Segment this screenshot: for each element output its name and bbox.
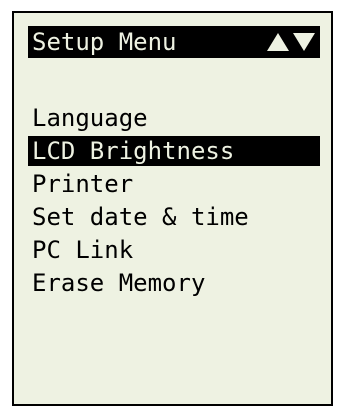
menu-item-erase-memory[interactable]: Erase Memory: [28, 268, 320, 298]
menu-item-printer[interactable]: Printer: [28, 169, 320, 199]
setup-menu-list: Language LCD Brightness Printer Set date…: [28, 103, 320, 301]
triangle-down-icon[interactable]: [292, 32, 316, 52]
triangle-up-icon[interactable]: [266, 32, 290, 52]
setup-menu-screen: Setup Menu Language LCD Brightness Print…: [14, 13, 331, 404]
menu-item-lcd-brightness[interactable]: LCD Brightness: [28, 136, 320, 166]
menu-title: Setup Menu: [32, 28, 177, 56]
menu-item-pc-link[interactable]: PC Link: [28, 235, 320, 265]
title-bar: Setup Menu: [28, 26, 320, 58]
lcd-display: Setup Menu Language LCD Brightness Print…: [12, 11, 333, 406]
menu-item-language[interactable]: Language: [28, 103, 320, 133]
menu-item-set-date-time[interactable]: Set date & time: [28, 202, 320, 232]
scroll-indicator[interactable]: [266, 32, 316, 52]
